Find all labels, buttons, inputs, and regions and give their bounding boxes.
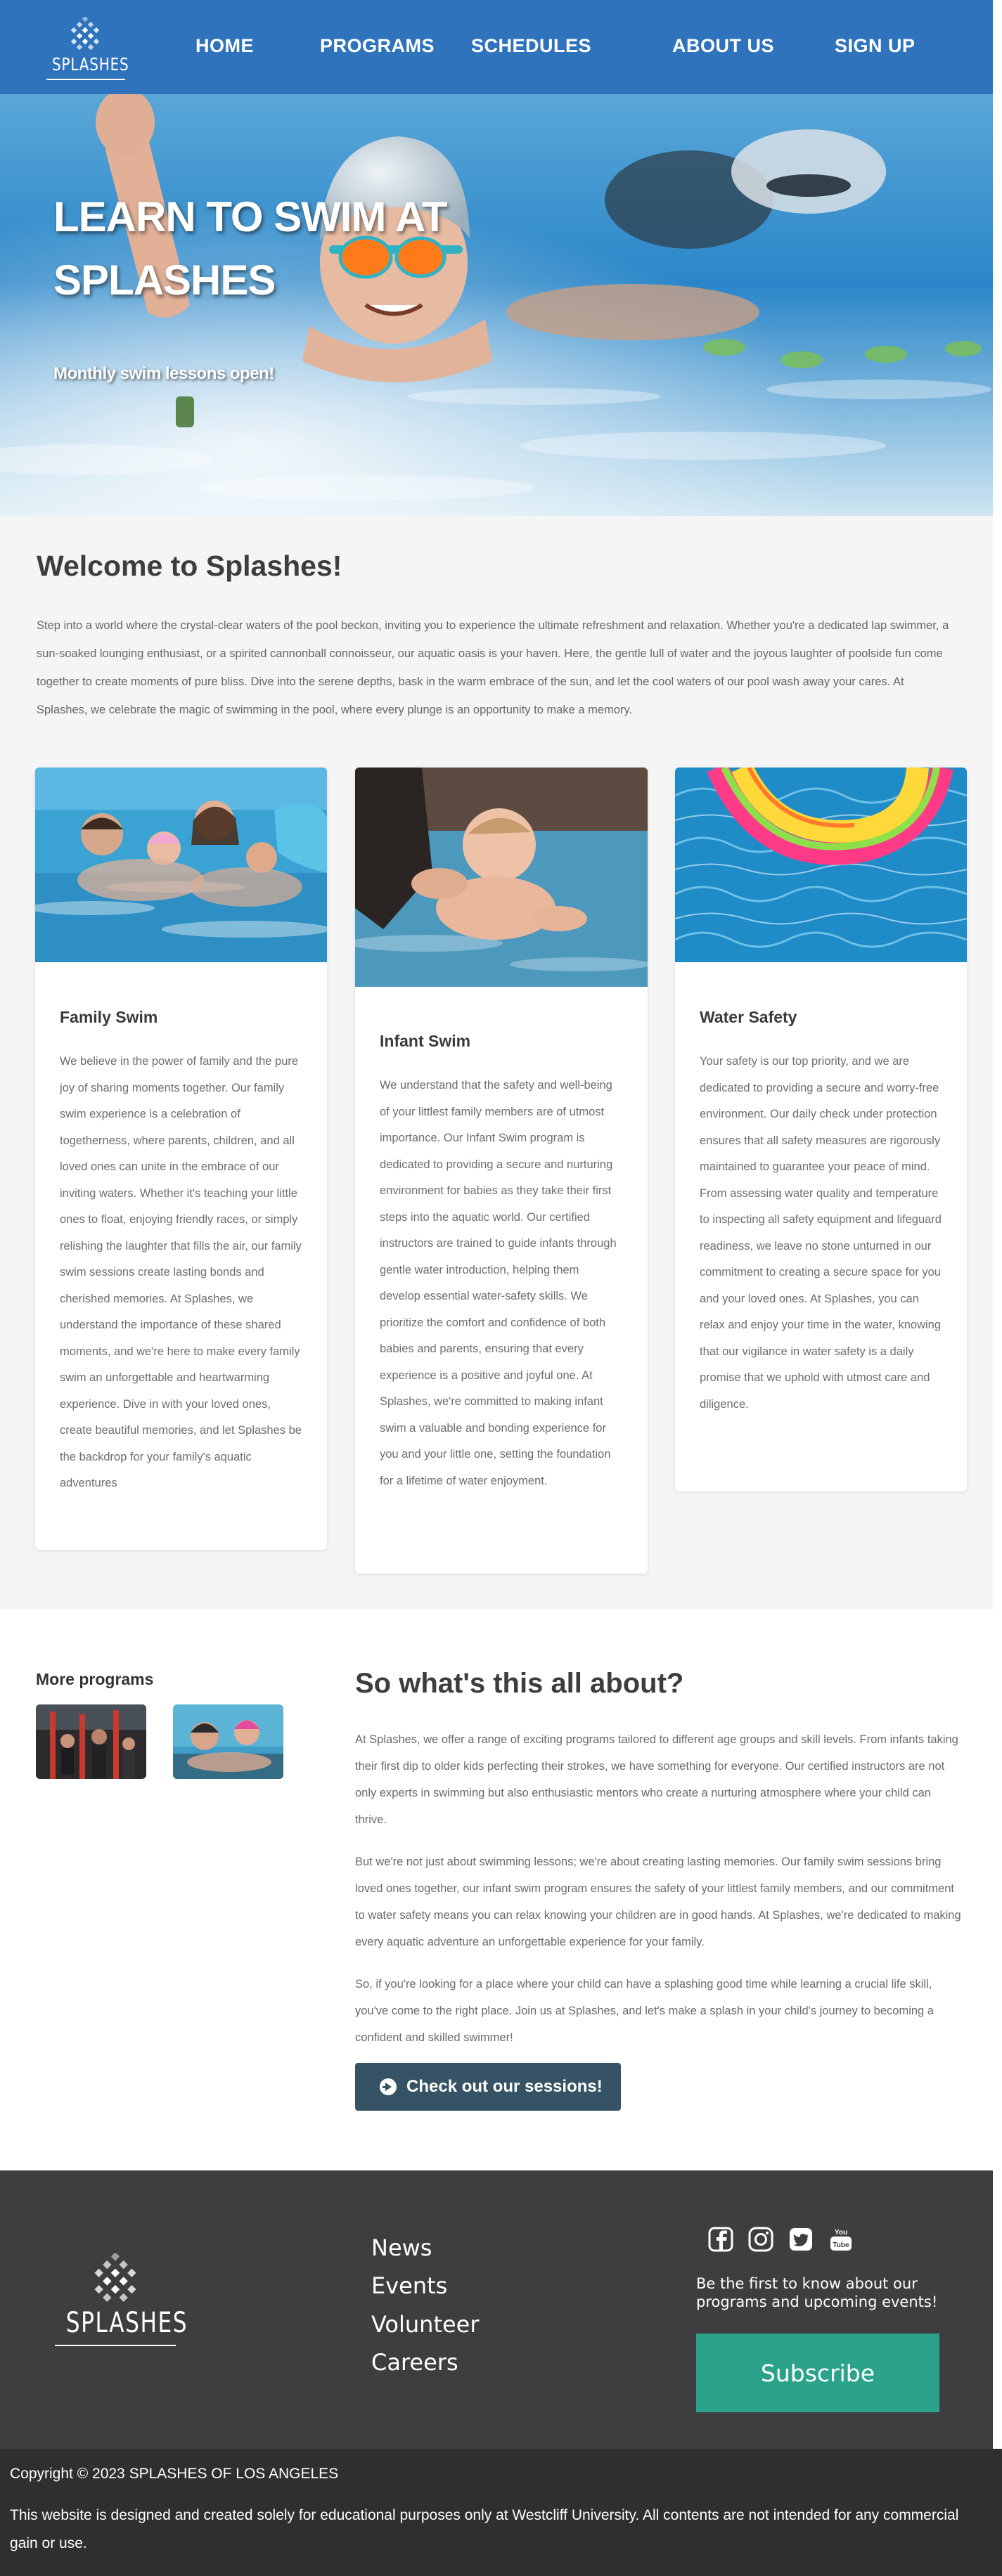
nav-home[interactable]: HOME (195, 35, 254, 57)
program-thumbnail-1[interactable] (36, 1704, 146, 1779)
footer-logo-underline (55, 2345, 176, 2346)
footer-logo-text: SPLASHES (65, 2307, 188, 2339)
copyright-text: Copyright © 2023 SPLASHES OF LOS ANGELES (10, 2466, 339, 2482)
card-text-infant-swim: We understand that the safety and well-b… (380, 1079, 617, 1487)
card-infant-swim: Infant Swim We understand that the safet… (355, 768, 648, 1574)
check-sessions-button[interactable]: Check out our sessions! (355, 2063, 621, 2111)
svg-text:You: You (835, 2229, 847, 2237)
footer-newsletter-note: Be the first to know about our programs … (696, 2275, 938, 2310)
about-paragraph-3: So, if you're looking for a place where … (355, 1978, 934, 2044)
svg-text:Tube: Tube (833, 2241, 849, 2249)
card-text-family-swim: We believe in the power of family and th… (60, 1055, 302, 1489)
twitter-icon[interactable] (788, 2227, 814, 2252)
family-swim-image (35, 768, 327, 962)
hero-title: LEARN TO SWIM AT SPLASHES (53, 193, 448, 304)
nav-schedules[interactable]: SCHEDULES (471, 35, 591, 57)
card-family-swim: Family Swim We believe in the power of f… (35, 768, 327, 1550)
more-programs-title: More programs (36, 1670, 154, 1688)
footer-logo-mark-icon (94, 2253, 136, 2303)
about-paragraph-1: At Splashes, we offer a range of excitin… (355, 1733, 958, 1826)
program-thumbnail-2-image (173, 1704, 283, 1779)
hero-banner: LEARN TO SWIM AT SPLASHES Monthly swim l… (0, 94, 993, 516)
disclaimer-text: This website is designed and created sol… (10, 2507, 959, 2551)
nav-programs[interactable]: PROGRAMS (320, 35, 435, 57)
logo-text: SPLASHES (52, 54, 129, 75)
welcome-section: Welcome to Splashes! Step into a world w… (0, 516, 993, 1609)
about-paragraph-2: But we're not just about swimming lesson… (355, 1856, 961, 1948)
footer-link-news[interactable]: News (371, 2234, 432, 2261)
site-header: SPLASHES HOME PROGRAMS SCHEDULES ABOUT U… (0, 0, 993, 94)
subscribe-button[interactable]: Subscribe (696, 2334, 939, 2412)
nav-about-us[interactable]: ABOUT US (672, 35, 774, 57)
footer-logo[interactable]: SPLASHES (52, 2253, 188, 2352)
site-logo[interactable]: SPLASHES (44, 17, 129, 82)
infant-swim-image (355, 768, 648, 987)
hero-subtitle: Monthly swim lessons open! (53, 364, 274, 383)
logo-mark-icon (70, 17, 100, 51)
card-title-infant-swim: Infant Swim (380, 1032, 471, 1050)
logo-underline (46, 79, 125, 80)
instagram-icon[interactable] (748, 2227, 773, 2252)
program-thumbnail-2[interactable] (173, 1704, 283, 1779)
water-safety-image (675, 768, 967, 962)
program-thumbnail-1-image (36, 1704, 146, 1779)
facebook-icon[interactable] (708, 2227, 733, 2252)
site-footer: SPLASHES News Events Volunteer Careers T… (0, 2170, 993, 2449)
youtube-icon[interactable]: Tube You (828, 2227, 854, 2252)
card-water-safety: Water Safety Your safety is our top prio… (675, 768, 967, 1491)
welcome-text: Step into a world where the crystal-clea… (37, 619, 949, 716)
footer-link-volunteer[interactable]: Volunteer (371, 2311, 480, 2338)
arrow-right-circle-icon (380, 2078, 397, 2095)
check-sessions-label: Check out our sessions! (406, 2077, 603, 2096)
footer-link-events[interactable]: Events (371, 2272, 447, 2299)
nav-sign-up[interactable]: SIGN UP (835, 35, 916, 57)
footer-link-careers[interactable]: Careers (371, 2349, 458, 2376)
footer-bottom-bar: Copyright © 2023 SPLASHES OF LOS ANGELES… (0, 2449, 1002, 2576)
about-title: So what's this all about? (355, 1668, 684, 1699)
card-title-family-swim: Family Swim (60, 1008, 158, 1026)
welcome-title: Welcome to Splashes! (37, 550, 342, 582)
card-title-water-safety: Water Safety (700, 1008, 797, 1026)
card-text-water-safety: Your safety is our top priority, and we … (700, 1055, 942, 1411)
